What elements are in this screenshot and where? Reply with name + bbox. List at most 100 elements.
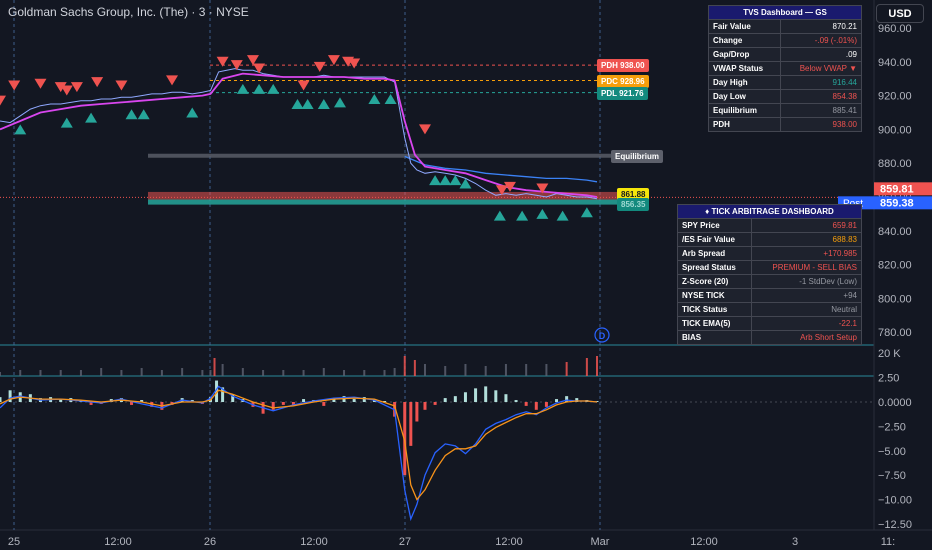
- volume-bar: [423, 364, 426, 376]
- price-tick-label: 880.00: [878, 158, 912, 170]
- time-tick-label: 27: [399, 536, 411, 548]
- tvs-row: Change -.09 (-.01%): [707, 33, 862, 48]
- osc-histogram-bar: [423, 402, 427, 410]
- tick-row-label: SPY Price: [677, 218, 752, 233]
- volume-bar: [221, 364, 224, 376]
- volume-bar: [302, 370, 305, 376]
- buy-signal-triangle: [429, 175, 442, 186]
- tvs-row-label: VWAP Status: [707, 61, 782, 76]
- osc-histogram-bar: [130, 402, 134, 405]
- demand-zone: [148, 199, 617, 205]
- volume-bar: [565, 362, 568, 376]
- tick-arbitrage-table: ♦ TICK ARBITRAGE DASHBOARD SPY Price 659.…: [677, 204, 863, 345]
- price-tick-label: 960.00: [878, 23, 912, 35]
- tvs-row-value: 854.38: [780, 89, 862, 104]
- sell-signal-triangle: [60, 85, 73, 96]
- osc-histogram-bar: [524, 402, 528, 406]
- tick-row-value: Arb Short Setup: [750, 330, 863, 345]
- supply-zone: [148, 191, 617, 200]
- price-line: [0, 68, 598, 200]
- tvs-row-value: 870.21: [780, 19, 862, 34]
- tick-row-value: PREMIUM - SELL BIAS: [750, 260, 863, 275]
- volume-axis-label: 20 K: [878, 348, 901, 360]
- volume-bar: [100, 368, 103, 376]
- tick-row: TICK EMA(5) -22.1: [677, 316, 863, 331]
- osc-histogram-bar: [281, 402, 285, 405]
- sell-signal-triangle: [327, 55, 340, 66]
- volume-bar: [213, 358, 216, 376]
- vwap-line: [0, 72, 598, 198]
- buy-signal-triangle: [236, 83, 249, 94]
- sell-signal-triangle: [70, 82, 83, 93]
- osc-histogram-bar: [322, 402, 326, 406]
- osc-slow-line: [0, 389, 598, 501]
- buy-signal-triangle: [493, 210, 506, 221]
- osc-tick-label: −5.00: [878, 446, 906, 458]
- tick-row-value: +170.985: [750, 246, 863, 261]
- price-tick-label: 940.00: [878, 57, 912, 69]
- tick-row-value: +94: [750, 288, 863, 303]
- volume-bar: [596, 356, 598, 376]
- volume-bar: [322, 368, 325, 376]
- time-tick-label: Mar: [591, 536, 610, 548]
- osc-histogram-bar: [415, 402, 419, 422]
- buy-signal-triangle: [186, 107, 199, 118]
- currency-button[interactable]: USD: [876, 4, 924, 23]
- sell-signal-triangle: [8, 80, 21, 91]
- osc-histogram-bar: [544, 402, 548, 407]
- tick-row-label: Arb Spread: [677, 246, 752, 261]
- buy-signal-triangle: [333, 97, 346, 108]
- tvs-row: Day Low 854.38: [707, 89, 862, 104]
- volume-bar: [120, 370, 123, 376]
- symbol-title[interactable]: Goldman Sachs Group, Inc. (The) · 3 · NY…: [8, 5, 249, 19]
- osc-histogram-bar: [443, 398, 447, 402]
- sell-signal-triangle: [253, 63, 266, 74]
- volume-bar: [79, 370, 82, 376]
- sell-signal-triangle: [34, 78, 47, 89]
- tvs-row-label: Day Low: [707, 89, 782, 104]
- osc-histogram-bar: [0, 397, 2, 402]
- buy-signal-triangle: [291, 99, 304, 110]
- volume-bar: [504, 364, 507, 376]
- volume-bar: [201, 370, 204, 376]
- osc-histogram-bar: [555, 399, 559, 402]
- tvs-row-value: 916.44: [780, 75, 862, 90]
- tick-row-label: TICK Status: [677, 302, 752, 317]
- volume-bar: [59, 370, 62, 376]
- volume-bar: [140, 368, 143, 376]
- zone-bottom-label: 856.35: [617, 198, 650, 211]
- sell-signal-triangle: [166, 75, 179, 86]
- tvs-row-label: Gap/Drop: [707, 47, 782, 62]
- time-tick-label: 26: [204, 536, 216, 548]
- tick-row-value: Neutral: [750, 302, 863, 317]
- price-tick-label: 840.00: [878, 226, 912, 238]
- buy-signal-triangle: [536, 208, 549, 219]
- volume-bar: [484, 366, 487, 376]
- tick-row-label: TICK EMA(5): [677, 316, 752, 331]
- buy-signal-triangle: [85, 112, 98, 123]
- sell-signal-triangle: [297, 80, 310, 91]
- volume-bar: [585, 358, 588, 376]
- dividend-event-label: D: [599, 331, 606, 341]
- osc-histogram-bar: [302, 399, 306, 402]
- osc-histogram-bar: [352, 399, 356, 402]
- osc-tick-label: −7.50: [878, 470, 906, 482]
- osc-histogram-bar: [494, 390, 498, 402]
- time-tick-label: 12:00: [495, 536, 523, 548]
- price-tick-label: 800.00: [878, 293, 912, 305]
- osc-histogram-bar: [433, 402, 437, 405]
- volume-bar: [464, 364, 467, 376]
- tick-row: SPY Price 659.81: [677, 218, 863, 233]
- osc-histogram-bar: [463, 392, 467, 402]
- price-tick-label: 900.00: [878, 124, 912, 136]
- volume-bar: [343, 370, 346, 376]
- buy-signal-triangle: [253, 83, 266, 94]
- volume-bar: [383, 370, 386, 376]
- tick-row-label: Spread Status: [677, 260, 752, 275]
- tvs-row: VWAP Status Below VWAP ▼: [707, 61, 862, 76]
- tvs-row: Gap/Drop .09: [707, 47, 862, 62]
- buy-signal-triangle: [439, 175, 452, 186]
- sell-signal-triangle: [313, 61, 326, 72]
- post-price-value: 859.38: [880, 197, 914, 209]
- tvs-row: Equilibrium 885.41: [707, 103, 862, 118]
